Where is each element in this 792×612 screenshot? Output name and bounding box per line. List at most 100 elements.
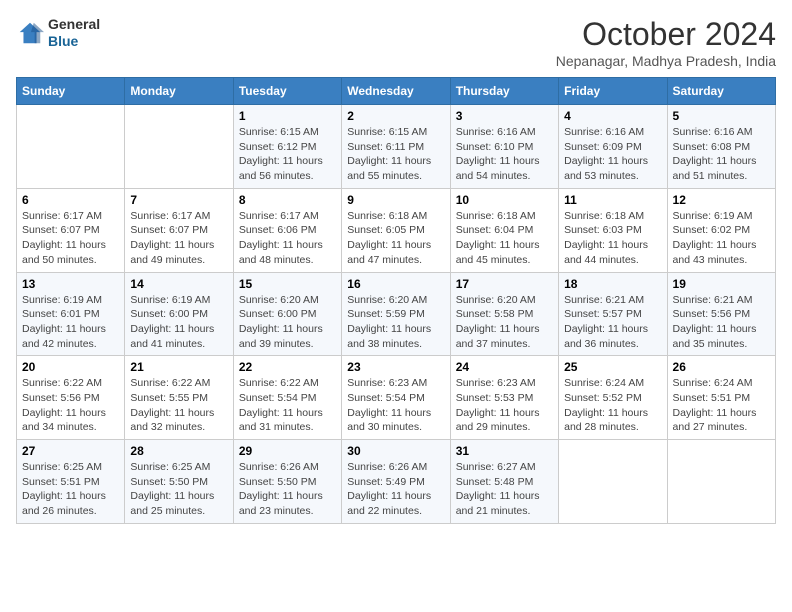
day-info: Sunrise: 6:16 AM Sunset: 6:10 PM Dayligh… <box>456 125 553 184</box>
day-number: 5 <box>673 109 770 123</box>
day-info: Sunrise: 6:17 AM Sunset: 6:07 PM Dayligh… <box>22 209 119 268</box>
day-number: 3 <box>456 109 553 123</box>
day-info: Sunrise: 6:15 AM Sunset: 6:12 PM Dayligh… <box>239 125 336 184</box>
logo: General Blue <box>16 16 100 50</box>
day-info: Sunrise: 6:16 AM Sunset: 6:08 PM Dayligh… <box>673 125 770 184</box>
calendar-day-cell: 23 Sunrise: 6:23 AM Sunset: 5:54 PM Dayli… <box>342 356 450 440</box>
day-info: Sunrise: 6:25 AM Sunset: 5:50 PM Dayligh… <box>130 460 227 519</box>
calendar-day-cell: 21 Sunrise: 6:22 AM Sunset: 5:55 PM Dayli… <box>125 356 233 440</box>
calendar-day-cell: 19 Sunrise: 6:21 AM Sunset: 5:56 PM Dayli… <box>667 272 775 356</box>
weekday-header-saturday: Saturday <box>667 78 775 105</box>
calendar-day-cell: 13 Sunrise: 6:19 AM Sunset: 6:01 PM Dayli… <box>17 272 125 356</box>
day-info: Sunrise: 6:18 AM Sunset: 6:05 PM Dayligh… <box>347 209 444 268</box>
day-number: 24 <box>456 360 553 374</box>
day-number: 19 <box>673 277 770 291</box>
day-info: Sunrise: 6:22 AM Sunset: 5:55 PM Dayligh… <box>130 376 227 435</box>
day-info: Sunrise: 6:27 AM Sunset: 5:48 PM Dayligh… <box>456 460 553 519</box>
day-number: 14 <box>130 277 227 291</box>
day-number: 15 <box>239 277 336 291</box>
calendar-day-cell <box>559 440 667 524</box>
calendar-day-cell: 18 Sunrise: 6:21 AM Sunset: 5:57 PM Dayli… <box>559 272 667 356</box>
calendar-day-cell: 3 Sunrise: 6:16 AM Sunset: 6:10 PM Daylig… <box>450 105 558 189</box>
day-info: Sunrise: 6:20 AM Sunset: 5:58 PM Dayligh… <box>456 293 553 352</box>
day-info: Sunrise: 6:24 AM Sunset: 5:51 PM Dayligh… <box>673 376 770 435</box>
calendar-day-cell: 4 Sunrise: 6:16 AM Sunset: 6:09 PM Daylig… <box>559 105 667 189</box>
logo-text: General Blue <box>48 16 100 50</box>
calendar-day-cell: 5 Sunrise: 6:16 AM Sunset: 6:08 PM Daylig… <box>667 105 775 189</box>
day-info: Sunrise: 6:19 AM Sunset: 6:00 PM Dayligh… <box>130 293 227 352</box>
day-info: Sunrise: 6:25 AM Sunset: 5:51 PM Dayligh… <box>22 460 119 519</box>
day-info: Sunrise: 6:19 AM Sunset: 6:01 PM Dayligh… <box>22 293 119 352</box>
calendar-week-row: 1 Sunrise: 6:15 AM Sunset: 6:12 PM Daylig… <box>17 105 776 189</box>
day-number: 6 <box>22 193 119 207</box>
calendar-day-cell: 27 Sunrise: 6:25 AM Sunset: 5:51 PM Dayli… <box>17 440 125 524</box>
weekday-header-sunday: Sunday <box>17 78 125 105</box>
day-number: 12 <box>673 193 770 207</box>
weekday-header-friday: Friday <box>559 78 667 105</box>
day-number: 26 <box>673 360 770 374</box>
weekday-header-wednesday: Wednesday <box>342 78 450 105</box>
day-number: 2 <box>347 109 444 123</box>
weekday-header-thursday: Thursday <box>450 78 558 105</box>
calendar-day-cell: 16Sunrise: 6:20 AM Sunset: 5:59 PM Dayli… <box>342 272 450 356</box>
day-number: 7 <box>130 193 227 207</box>
calendar-day-cell <box>667 440 775 524</box>
calendar-day-cell: 30Sunrise: 6:26 AM Sunset: 5:49 PM Dayli… <box>342 440 450 524</box>
calendar-table: SundayMondayTuesdayWednesdayThursdayFrid… <box>16 77 776 524</box>
calendar-week-row: 27 Sunrise: 6:25 AM Sunset: 5:51 PM Dayli… <box>17 440 776 524</box>
day-info: Sunrise: 6:21 AM Sunset: 5:57 PM Dayligh… <box>564 293 661 352</box>
day-info: Sunrise: 6:15 AM Sunset: 6:11 PM Dayligh… <box>347 125 444 184</box>
logo-blue: Blue <box>48 33 100 50</box>
calendar-day-cell: 1 Sunrise: 6:15 AM Sunset: 6:12 PM Daylig… <box>233 105 341 189</box>
calendar-day-cell: 9 Sunrise: 6:18 AM Sunset: 6:05 PM Daylig… <box>342 188 450 272</box>
day-number: 29 <box>239 444 336 458</box>
calendar-day-cell: 15Sunrise: 6:20 AM Sunset: 6:00 PM Dayli… <box>233 272 341 356</box>
day-info: Sunrise: 6:26 AM Sunset: 5:49 PM Dayligh… <box>347 460 444 519</box>
day-info: Sunrise: 6:26 AM Sunset: 5:50 PM Dayligh… <box>239 460 336 519</box>
calendar-day-cell: 22 Sunrise: 6:22 AM Sunset: 5:54 PM Dayli… <box>233 356 341 440</box>
day-info: Sunrise: 6:22 AM Sunset: 5:54 PM Dayligh… <box>239 376 336 435</box>
calendar-day-cell: 17 Sunrise: 6:20 AM Sunset: 5:58 PM Dayli… <box>450 272 558 356</box>
day-info: Sunrise: 6:23 AM Sunset: 5:54 PM Dayligh… <box>347 376 444 435</box>
calendar-day-cell: 6 Sunrise: 6:17 AM Sunset: 6:07 PM Daylig… <box>17 188 125 272</box>
day-number: 28 <box>130 444 227 458</box>
day-number: 31 <box>456 444 553 458</box>
calendar-day-cell: 12 Sunrise: 6:19 AM Sunset: 6:02 PM Dayli… <box>667 188 775 272</box>
day-info: Sunrise: 6:19 AM Sunset: 6:02 PM Dayligh… <box>673 209 770 268</box>
calendar-day-cell: 28 Sunrise: 6:25 AM Sunset: 5:50 PM Dayli… <box>125 440 233 524</box>
day-number: 22 <box>239 360 336 374</box>
title-block: October 2024 Nepanagar, Madhya Pradesh, … <box>556 16 776 69</box>
day-number: 16 <box>347 277 444 291</box>
day-info: Sunrise: 6:18 AM Sunset: 6:03 PM Dayligh… <box>564 209 661 268</box>
day-number: 9 <box>347 193 444 207</box>
month-title: October 2024 <box>556 16 776 53</box>
day-number: 21 <box>130 360 227 374</box>
day-info: Sunrise: 6:17 AM Sunset: 6:06 PM Dayligh… <box>239 209 336 268</box>
calendar-day-cell: 20 Sunrise: 6:22 AM Sunset: 5:56 PM Dayli… <box>17 356 125 440</box>
calendar-day-cell: 25Sunrise: 6:24 AM Sunset: 5:52 PM Dayli… <box>559 356 667 440</box>
day-info: Sunrise: 6:16 AM Sunset: 6:09 PM Dayligh… <box>564 125 661 184</box>
day-number: 27 <box>22 444 119 458</box>
day-number: 25 <box>564 360 661 374</box>
weekday-header-tuesday: Tuesday <box>233 78 341 105</box>
day-number: 17 <box>456 277 553 291</box>
day-number: 13 <box>22 277 119 291</box>
weekday-header-row: SundayMondayTuesdayWednesdayThursdayFrid… <box>17 78 776 105</box>
day-number: 18 <box>564 277 661 291</box>
calendar-day-cell: 26 Sunrise: 6:24 AM Sunset: 5:51 PM Dayli… <box>667 356 775 440</box>
day-number: 23 <box>347 360 444 374</box>
day-number: 20 <box>22 360 119 374</box>
calendar-day-cell: 24Sunrise: 6:23 AM Sunset: 5:53 PM Dayli… <box>450 356 558 440</box>
page-header: General Blue October 2024 Nepanagar, Mad… <box>16 16 776 69</box>
day-number: 1 <box>239 109 336 123</box>
day-info: Sunrise: 6:22 AM Sunset: 5:56 PM Dayligh… <box>22 376 119 435</box>
calendar-week-row: 13 Sunrise: 6:19 AM Sunset: 6:01 PM Dayli… <box>17 272 776 356</box>
day-number: 11 <box>564 193 661 207</box>
day-number: 4 <box>564 109 661 123</box>
day-info: Sunrise: 6:21 AM Sunset: 5:56 PM Dayligh… <box>673 293 770 352</box>
day-info: Sunrise: 6:17 AM Sunset: 6:07 PM Dayligh… <box>130 209 227 268</box>
calendar-day-cell <box>125 105 233 189</box>
location: Nepanagar, Madhya Pradesh, India <box>556 53 776 69</box>
weekday-header-monday: Monday <box>125 78 233 105</box>
day-number: 10 <box>456 193 553 207</box>
